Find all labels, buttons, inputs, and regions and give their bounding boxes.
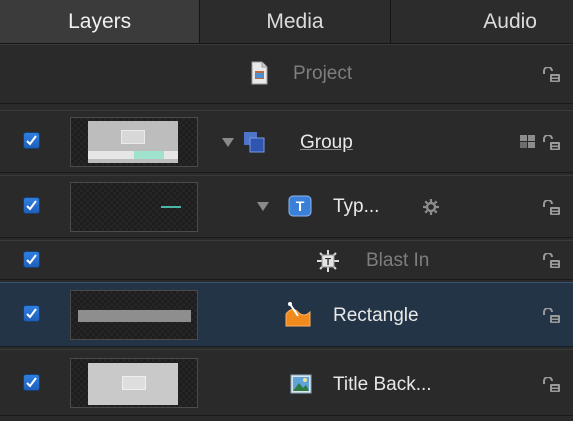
layer-row-title-background[interactable]: Title Back... [0,349,573,416]
lock-icon[interactable] [541,134,561,151]
layer-label: Rectangle [333,305,419,326]
lock-icon[interactable] [541,252,561,269]
layer-thumbnail [70,182,198,232]
lock-icon[interactable] [541,376,561,393]
visibility-checkbox[interactable] [23,251,40,268]
gear-icon[interactable] [423,199,439,220]
svg-text:T: T [325,257,331,268]
text-icon: T [288,195,312,222]
tab-layers-label: Layers [68,9,132,33]
project-icon [250,61,268,90]
lock-icon[interactable] [541,199,561,216]
tab-layers[interactable]: Layers [0,0,201,43]
tab-media-label: Media [266,9,324,33]
lock-icon[interactable] [541,307,561,324]
tab-bar: Layers Media Audio [0,0,573,44]
visibility-checkbox[interactable] [23,374,40,391]
layer-thumbnail [70,290,198,340]
layer-thumbnail [70,358,198,408]
layer-options-icon[interactable] [520,135,536,154]
visibility-checkbox[interactable] [23,305,40,322]
shape-icon [284,302,312,333]
disclosure-triangle-icon[interactable] [222,138,234,147]
tab-media[interactable]: Media [200,0,391,43]
tab-audio[interactable]: Audio [391,0,573,43]
tab-audio-label: Audio [483,9,537,33]
layer-row-group[interactable]: Group [0,110,573,173]
image-icon [290,374,312,399]
layer-label: Typ... [333,196,380,217]
layer-row-rectangle[interactable]: Rectangle [0,282,573,347]
layer-label: Title Back... [333,374,432,395]
layer-row-text[interactable]: T Typ... [0,175,573,238]
layer-thumbnail [70,117,198,167]
lock-icon[interactable] [541,66,561,83]
layer-row-behavior[interactable]: T Blast In [0,240,573,280]
behavior-icon: T [316,249,340,278]
group-icon [242,130,266,159]
layer-row-project[interactable]: Project [0,44,573,104]
layer-label: Group [300,132,353,153]
visibility-checkbox[interactable] [23,132,40,149]
svg-text:T: T [296,198,305,214]
layer-label: Blast In [366,250,430,271]
disclosure-triangle-icon[interactable] [257,202,269,211]
visibility-checkbox[interactable] [23,197,40,214]
layer-label: Project [293,63,353,84]
